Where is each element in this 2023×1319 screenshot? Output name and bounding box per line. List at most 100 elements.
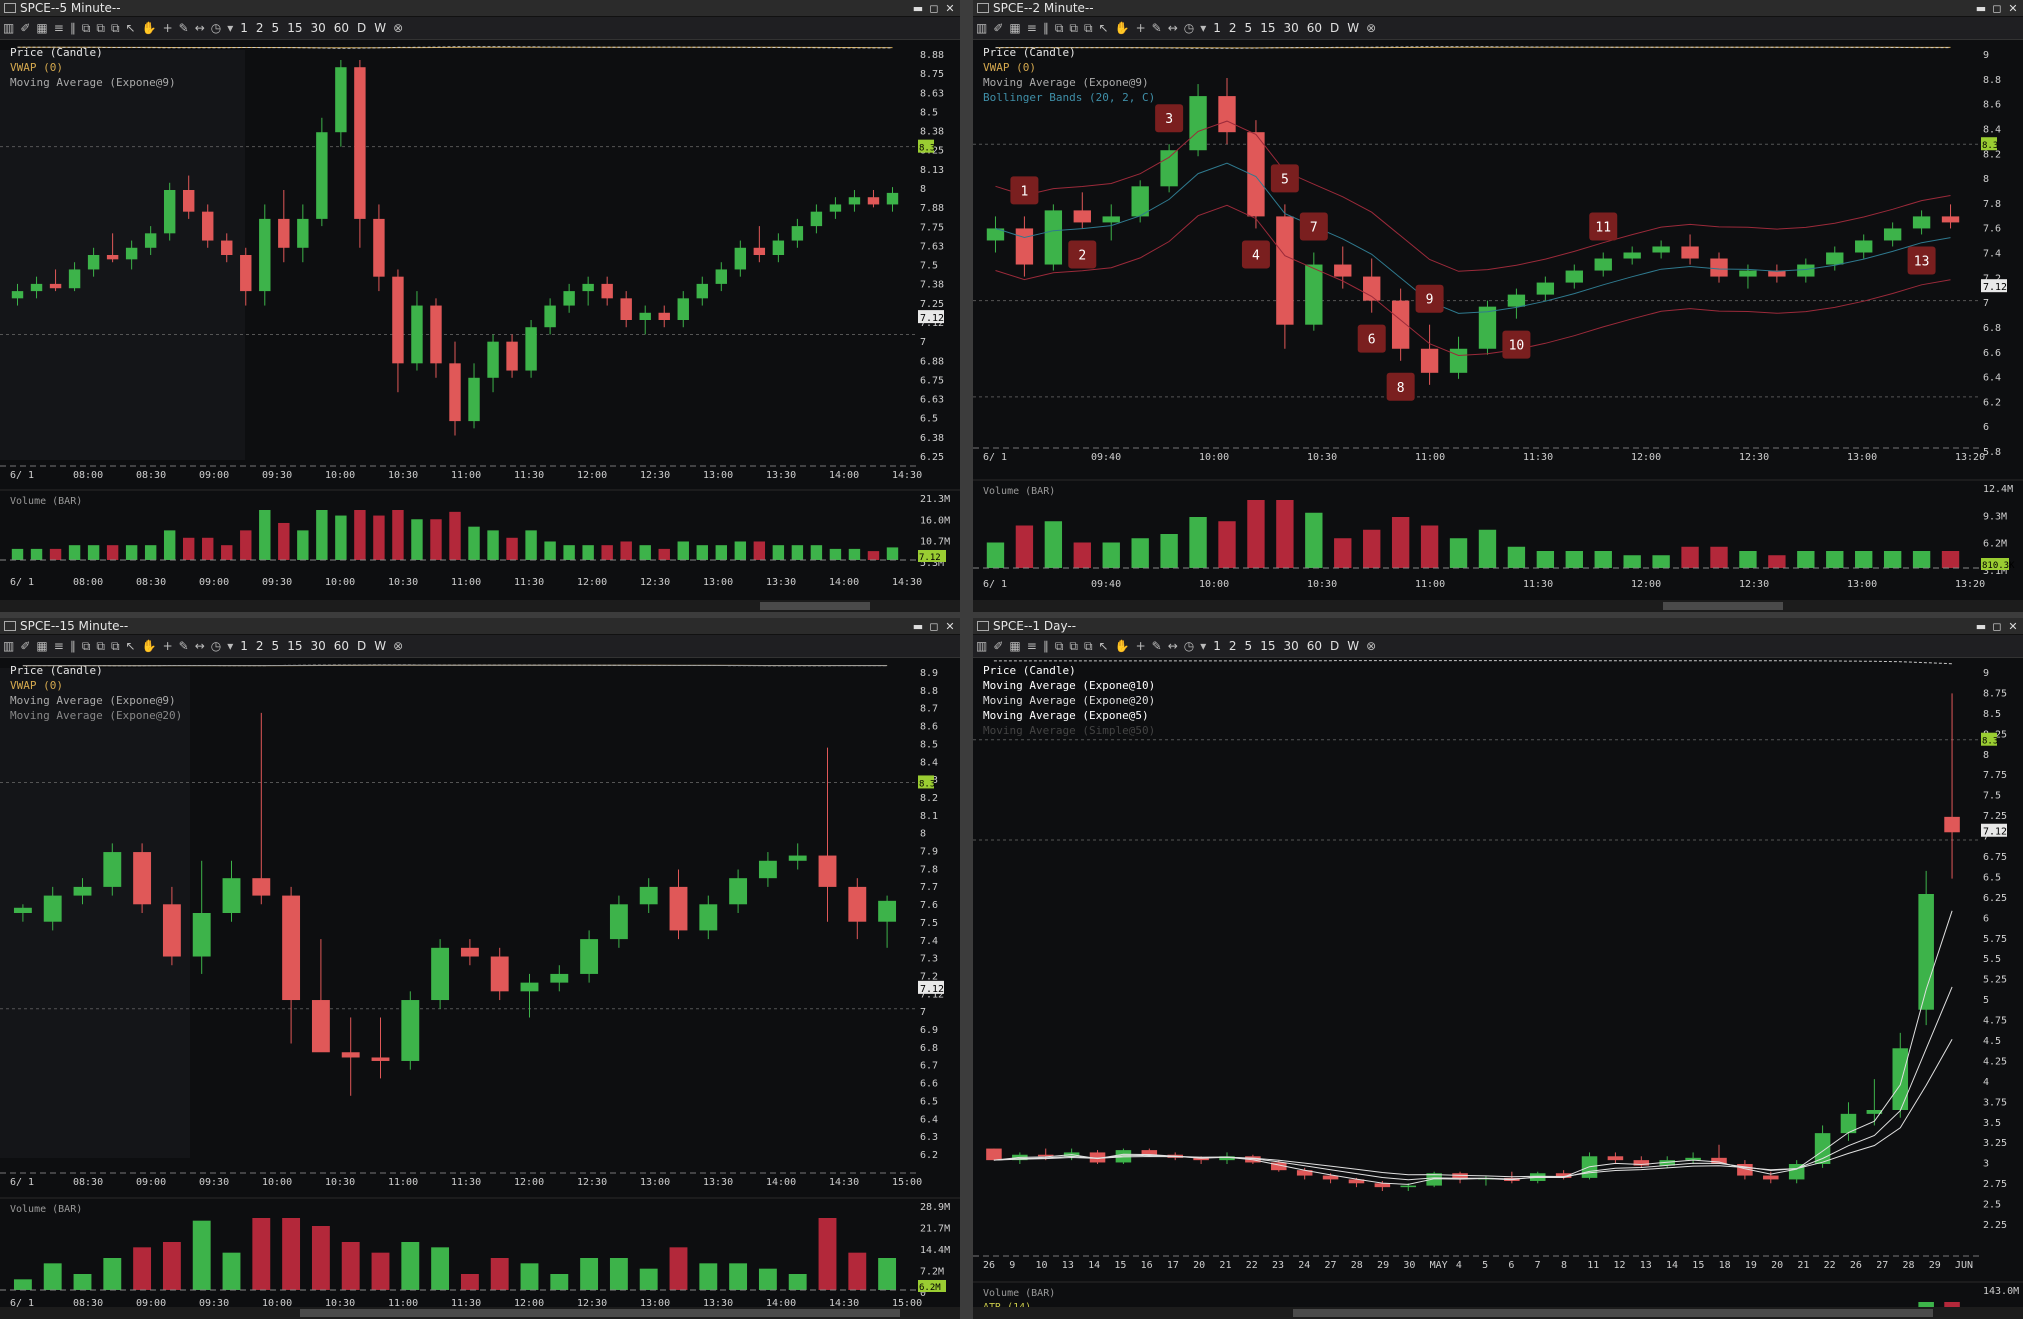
- layout-icon[interactable]: ▦: [33, 635, 50, 657]
- close-button[interactable]: ✕: [942, 1, 958, 17]
- crosshair-icon[interactable]: +: [1133, 17, 1149, 39]
- pencil-icon[interactable]: ✎: [1149, 635, 1165, 657]
- draw-icon[interactable]: ✐: [17, 635, 33, 657]
- close-circle-icon[interactable]: ⊗: [390, 635, 406, 657]
- hand-icon[interactable]: ✋: [139, 635, 160, 657]
- timeframe-button[interactable]: 15: [283, 17, 306, 39]
- timeframe-button[interactable]: 60: [330, 17, 353, 39]
- hand-icon[interactable]: ✋: [139, 17, 160, 39]
- pencil-icon[interactable]: ✎: [176, 635, 192, 657]
- scroll-thumb[interactable]: [1663, 602, 1783, 610]
- horizontal-scrollbar[interactable]: [0, 1307, 960, 1319]
- timeframe-button[interactable]: 30: [306, 635, 329, 657]
- dropdown-icon[interactable]: ▾: [224, 635, 236, 657]
- range-icon[interactable]: ↔: [1165, 635, 1181, 657]
- link-2-icon[interactable]: ⧉: [1066, 635, 1081, 657]
- timeframe-button[interactable]: 5: [1241, 17, 1257, 39]
- pointer-icon[interactable]: ↖: [123, 635, 139, 657]
- timeframe-button[interactable]: 1: [236, 635, 252, 657]
- timeframe-button[interactable]: 60: [1303, 17, 1326, 39]
- link-2-icon[interactable]: ⧉: [93, 17, 108, 39]
- draw-icon[interactable]: ✐: [17, 17, 33, 39]
- link-3-icon[interactable]: ⧉: [1081, 17, 1096, 39]
- close-button[interactable]: ✕: [942, 619, 958, 635]
- minimize-button[interactable]: ▬: [1973, 619, 1989, 635]
- link-1-icon[interactable]: ⧉: [1052, 17, 1067, 39]
- layout-icon[interactable]: ▦: [1006, 17, 1023, 39]
- timeframe-button[interactable]: 5: [268, 635, 284, 657]
- chart-type-icon[interactable]: ▥: [973, 635, 990, 657]
- timeframe-button[interactable]: 15: [1256, 17, 1279, 39]
- link-2-icon[interactable]: ⧉: [1066, 17, 1081, 39]
- crosshair-icon[interactable]: +: [160, 17, 176, 39]
- pencil-icon[interactable]: ✎: [176, 17, 192, 39]
- timeframe-button[interactable]: 1: [1209, 635, 1225, 657]
- clock-icon[interactable]: ◷: [208, 17, 224, 39]
- list-icon[interactable]: ≡: [51, 17, 67, 39]
- dropdown-icon[interactable]: ▾: [1197, 635, 1209, 657]
- timeframe-button[interactable]: 30: [1279, 17, 1302, 39]
- clock-icon[interactable]: ◷: [208, 635, 224, 657]
- price-chart[interactable]: Price (Candle)VWAP (0)Moving Average (Ex…: [0, 40, 960, 612]
- price-chart[interactable]: Price (Candle) Moving Average (Expone@10)…: [973, 658, 2023, 1319]
- draw-icon[interactable]: ✐: [990, 635, 1006, 657]
- restore-button[interactable]: ◻: [1989, 1, 2005, 17]
- dropdown-icon[interactable]: ▾: [224, 17, 236, 39]
- crosshair-icon[interactable]: +: [160, 635, 176, 657]
- list-icon[interactable]: ≡: [1024, 635, 1040, 657]
- list-icon[interactable]: ≡: [1024, 17, 1040, 39]
- close-circle-icon[interactable]: ⊗: [1363, 17, 1379, 39]
- chart-type-icon[interactable]: ▥: [973, 17, 990, 39]
- draw-icon[interactable]: ✐: [990, 17, 1006, 39]
- timeframe-button[interactable]: 2: [252, 17, 268, 39]
- link-3-icon[interactable]: ⧉: [108, 17, 123, 39]
- clock-icon[interactable]: ◷: [1181, 635, 1197, 657]
- pause-icon[interactable]: ∥: [1040, 17, 1052, 39]
- link-1-icon[interactable]: ⧉: [1052, 635, 1067, 657]
- price-chart[interactable]: Price (Candle)VWAP (0)Moving Average (Ex…: [0, 658, 960, 1319]
- minimize-button[interactable]: ▬: [910, 619, 926, 635]
- timeframe-button[interactable]: W: [1343, 17, 1363, 39]
- timeframe-button[interactable]: W: [370, 635, 390, 657]
- timeframe-button[interactable]: 15: [1256, 635, 1279, 657]
- range-icon[interactable]: ↔: [192, 635, 208, 657]
- close-button[interactable]: ✕: [2005, 1, 2021, 17]
- dropdown-icon[interactable]: ▾: [1197, 17, 1209, 39]
- horizontal-scrollbar[interactable]: [0, 600, 960, 612]
- layout-icon[interactable]: ▦: [33, 17, 50, 39]
- clock-icon[interactable]: ◷: [1181, 17, 1197, 39]
- pause-icon[interactable]: ∥: [67, 635, 79, 657]
- price-chart[interactable]: Price (Candle)VWAP (0)Moving Average (Ex…: [973, 40, 2023, 612]
- chart-type-icon[interactable]: ▥: [0, 17, 17, 39]
- pointer-icon[interactable]: ↖: [1096, 17, 1112, 39]
- link-2-icon[interactable]: ⧉: [93, 635, 108, 657]
- scroll-thumb[interactable]: [760, 602, 870, 610]
- timeframe-button[interactable]: 1: [236, 17, 252, 39]
- link-3-icon[interactable]: ⧉: [108, 635, 123, 657]
- range-icon[interactable]: ↔: [1165, 17, 1181, 39]
- link-3-icon[interactable]: ⧉: [1081, 635, 1096, 657]
- restore-button[interactable]: ◻: [926, 619, 942, 635]
- timeframe-button[interactable]: 5: [1241, 635, 1257, 657]
- minimize-button[interactable]: ▬: [910, 1, 926, 17]
- timeframe-button[interactable]: 1: [1209, 17, 1225, 39]
- hand-icon[interactable]: ✋: [1112, 635, 1133, 657]
- layout-icon[interactable]: ▦: [1006, 635, 1023, 657]
- timeframe-button[interactable]: 30: [306, 17, 329, 39]
- timeframe-button[interactable]: 5: [268, 17, 284, 39]
- close-circle-icon[interactable]: ⊗: [390, 17, 406, 39]
- crosshair-icon[interactable]: +: [1133, 635, 1149, 657]
- list-icon[interactable]: ≡: [51, 635, 67, 657]
- horizontal-scrollbar[interactable]: [973, 600, 2023, 612]
- scroll-thumb[interactable]: [300, 1309, 900, 1317]
- timeframe-button[interactable]: D: [353, 17, 370, 39]
- link-1-icon[interactable]: ⧉: [79, 17, 94, 39]
- timeframe-button[interactable]: 2: [1225, 635, 1241, 657]
- timeframe-button[interactable]: 2: [252, 635, 268, 657]
- close-button[interactable]: ✕: [2005, 619, 2021, 635]
- hand-icon[interactable]: ✋: [1112, 17, 1133, 39]
- horizontal-scrollbar[interactable]: [973, 1307, 2023, 1319]
- timeframe-button[interactable]: D: [1326, 17, 1343, 39]
- timeframe-button[interactable]: 30: [1279, 635, 1302, 657]
- scroll-thumb[interactable]: [1293, 1309, 1933, 1317]
